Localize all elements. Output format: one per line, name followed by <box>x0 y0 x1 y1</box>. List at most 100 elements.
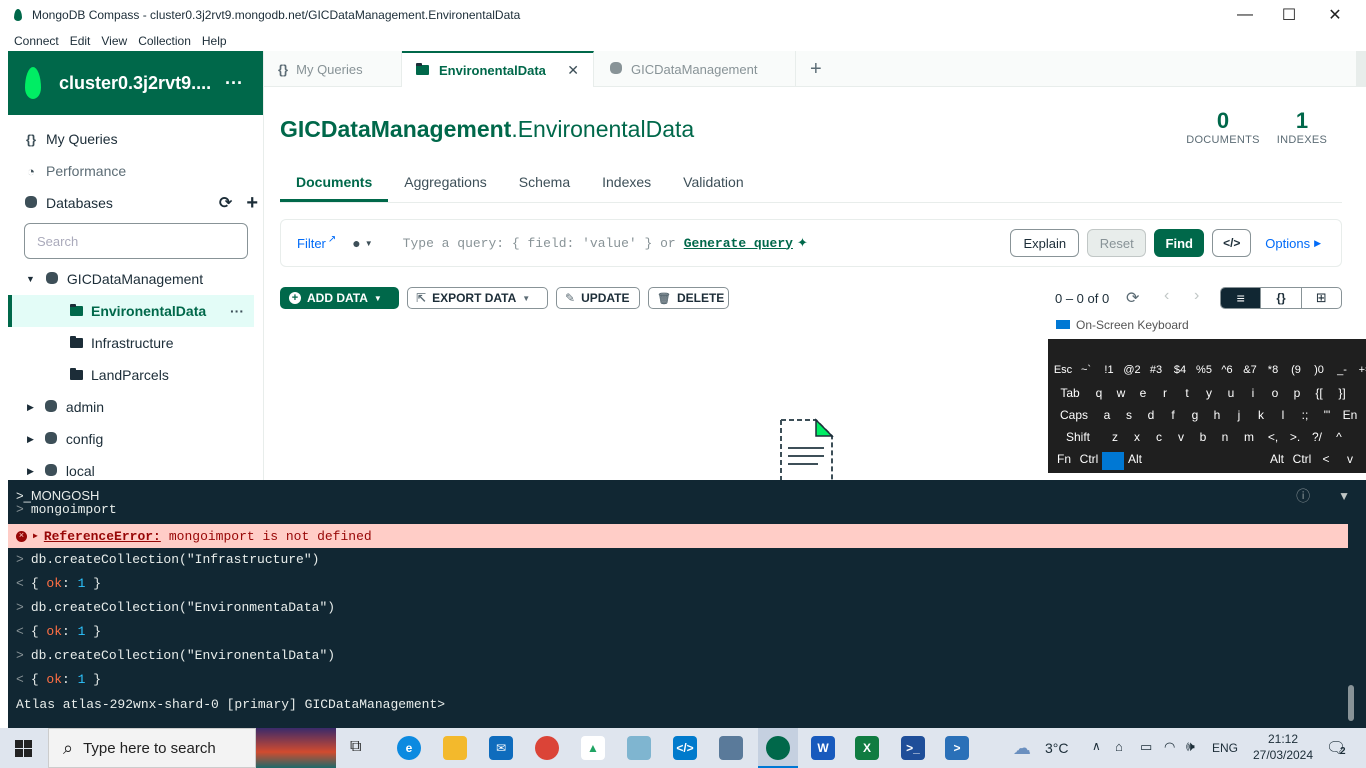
menu-edit[interactable]: Edit <box>70 34 91 48</box>
shell-scrollbar[interactable] <box>1348 685 1354 721</box>
osk-key[interactable]: r <box>1154 386 1176 400</box>
chevron-up-icon[interactable]: ∧ <box>1092 739 1101 753</box>
tab-aggregations[interactable]: Aggregations <box>388 160 503 202</box>
sidebar-item-databases[interactable]: Databases ⟳ + <box>8 187 263 219</box>
osk-key[interactable]: ~` <box>1074 364 1098 376</box>
close-tab-icon[interactable]: ✕ <box>567 62 579 79</box>
osk-key[interactable]: Caps <box>1052 408 1096 422</box>
osk-key[interactable]: += <box>1354 364 1366 376</box>
osk-key[interactable]: >. <box>1284 430 1306 444</box>
task-view-icon[interactable]: ⧉ <box>350 738 361 756</box>
expand-caret-icon[interactable]: ▶ <box>33 531 38 541</box>
osk-key[interactable]: Shift <box>1052 430 1104 444</box>
menu-help[interactable]: Help <box>202 34 227 48</box>
osk-key[interactable]: #3 <box>1144 364 1168 376</box>
database-item-admin[interactable]: ▶ admin <box>8 391 254 423</box>
osk-key[interactable]: c <box>1148 430 1170 444</box>
options-button[interactable]: Options <box>1265 236 1310 251</box>
osk-key[interactable]: Esc <box>1052 364 1074 376</box>
osk-key[interactable]: %5 <box>1192 364 1216 376</box>
osk-key[interactable]: < <box>1314 452 1338 470</box>
osk-key[interactable]: ?/ <box>1306 430 1328 444</box>
add-data-button[interactable]: + ADD DATA ▼ <box>280 287 399 309</box>
osk-key[interactable]: d <box>1140 408 1162 422</box>
code-button[interactable]: </> <box>1212 229 1252 257</box>
maximize-button[interactable]: ☐ <box>1266 0 1312 30</box>
delete-button[interactable]: 🗑 DELETE <box>648 287 729 309</box>
refresh-icon[interactable]: ⟳ <box>219 193 232 213</box>
osk-key[interactable]: b <box>1192 430 1214 444</box>
osk-key[interactable]: m <box>1236 430 1262 444</box>
osk-key[interactable]: o <box>1264 386 1286 400</box>
osk-key[interactable]: s <box>1118 408 1140 422</box>
collection-item-infrastructure[interactable]: Infrastructure <box>8 327 254 359</box>
tab-documents[interactable]: Documents <box>280 160 389 202</box>
osk-key[interactable]: v <box>1338 452 1362 470</box>
mongosh-header[interactable]: >_MONGOSH ⓘ ▼ <box>8 480 1366 511</box>
sidebar-item-performance[interactable]: ◔ Performance <box>8 155 254 187</box>
mail-icon[interactable]: ✉ <box>489 736 513 760</box>
osk-key[interactable]: ^ <box>1328 430 1350 444</box>
osk-key[interactable]: y <box>1198 386 1220 400</box>
osk-key[interactable]: g <box>1184 408 1206 422</box>
reset-button[interactable]: Reset <box>1087 229 1147 257</box>
database-item-config[interactable]: ▶ config <box>8 423 254 455</box>
osk-key[interactable]: &7 <box>1238 364 1262 376</box>
osk-key[interactable]: z <box>1104 430 1126 444</box>
app-icon[interactable] <box>627 736 651 760</box>
weather-temperature[interactable]: 3°C <box>1045 740 1069 756</box>
battery-icon[interactable]: ▭ <box>1140 739 1152 755</box>
scrollbar[interactable] <box>1356 51 1366 87</box>
close-button[interactable]: ✕ <box>1312 0 1358 30</box>
collection-item-landparcels[interactable]: LandParcels <box>8 359 254 391</box>
list-view-icon[interactable]: ≡ <box>1221 288 1261 308</box>
json-view-icon[interactable]: {} <box>1260 288 1300 308</box>
excel-icon[interactable]: X <box>855 736 879 760</box>
tab-my-queries[interactable]: {} My Queries <box>264 51 402 87</box>
explain-button[interactable]: Explain <box>1010 229 1080 257</box>
osk-key[interactable]: !1 <box>1098 364 1120 376</box>
vscode-icon[interactable]: </> <box>673 736 697 760</box>
osk-key[interactable]: $4 <box>1168 364 1192 376</box>
osk-key[interactable]: ^6 <box>1216 364 1238 376</box>
search-highlight-image[interactable] <box>256 728 336 768</box>
powershell-icon[interactable]: >_ <box>901 736 925 760</box>
osk-key[interactable]: k <box>1250 408 1272 422</box>
osk-key[interactable]: )0 <box>1308 364 1330 376</box>
osk-title-bar[interactable]: On-Screen Keyboard <box>1048 310 1366 339</box>
taskbar-search[interactable]: ⌕ Type here to search <box>48 728 256 768</box>
namespace-db[interactable]: GICDataManagement <box>280 116 511 142</box>
compass-taskbar-button[interactable] <box>758 728 798 768</box>
info-icon[interactable]: ⓘ <box>1296 486 1310 506</box>
osk-key[interactable]: Ctrl <box>1290 452 1314 470</box>
cluster-menu-icon[interactable]: ··· <box>225 73 243 94</box>
osk-key[interactable]: e <box>1132 386 1154 400</box>
export-data-button[interactable]: ⇱ EXPORT DATA ▼ <box>407 287 548 309</box>
osk-key[interactable]: Alt <box>1264 452 1290 470</box>
generate-query-link[interactable]: Generate query <box>684 236 793 251</box>
menu-view[interactable]: View <box>101 34 127 48</box>
osk-key[interactable]: Tab <box>1052 386 1088 400</box>
prev-page-icon[interactable]: ‹ <box>1164 287 1169 305</box>
osk-key[interactable]: (9 <box>1284 364 1308 376</box>
update-button[interactable]: ✎ UPDATE <box>556 287 640 309</box>
osk-key[interactable]: Fn <box>1052 452 1076 470</box>
menu-connect[interactable]: Connect <box>14 34 59 48</box>
refresh-icon[interactable]: ⟳ <box>1126 288 1139 308</box>
chrome-icon[interactable] <box>535 736 559 760</box>
clock[interactable]: 21:12 27/03/2024 <box>1252 731 1314 763</box>
network-icon[interactable]: ⌂ <box>1115 739 1123 754</box>
connection-header[interactable]: cluster0.3j2rvt9.... ··· <box>8 51 263 115</box>
osk-key[interactable]: }] <box>1330 386 1354 400</box>
tab-gicdatamanagement[interactable]: GICDataManagement <box>594 51 796 87</box>
plus-icon[interactable]: + <box>246 192 258 215</box>
osk-key[interactable]: n <box>1214 430 1236 444</box>
history-icon[interactable]: ● <box>352 235 360 251</box>
wifi-icon[interactable]: ◠ <box>1164 739 1175 755</box>
osk-key[interactable]: i <box>1242 386 1264 400</box>
osk-key[interactable]: {[ <box>1308 386 1330 400</box>
external-link-icon[interactable]: ↗ <box>328 234 336 245</box>
find-button[interactable]: Find <box>1154 229 1205 257</box>
powershell-ise-icon[interactable]: > <box>945 736 969 760</box>
google-drive-icon[interactable]: ▲ <box>581 736 605 760</box>
